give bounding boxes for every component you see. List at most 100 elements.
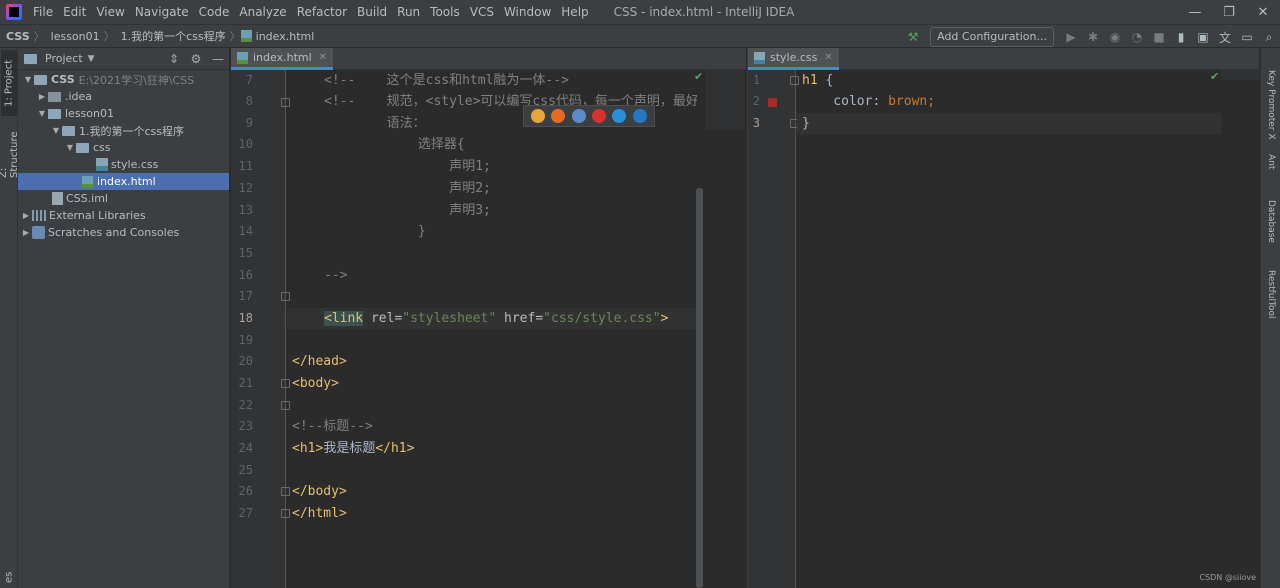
search-everywhere-icon[interactable]: ⌕	[1258, 26, 1280, 48]
menu-window[interactable]: Window	[499, 0, 556, 24]
database-tool-tab[interactable]: Database	[1263, 200, 1279, 252]
structure-tool-tab-label: Z: Structure	[0, 131, 20, 178]
scratches-icon	[32, 226, 45, 239]
tree-item-lesson-folder[interactable]: ▼ 1.我的第一个css程序	[18, 122, 229, 139]
project-tool-tab[interactable]: 1: Project	[1, 50, 17, 116]
tree-item-label: CSS	[51, 73, 75, 86]
tree-item-idea[interactable]: ▶ .idea	[18, 88, 229, 105]
project-tool-tab-label: 1: Project	[3, 59, 15, 107]
line-number: 10	[238, 137, 253, 151]
folder-icon	[48, 91, 61, 102]
css-editor-gutter: 1 2 3	[748, 70, 799, 588]
breadcrumb-lesson01[interactable]: lesson01	[45, 30, 104, 43]
close-tab-icon[interactable]: ✕	[824, 52, 832, 63]
tab-index-html[interactable]: index.html ✕	[231, 48, 334, 70]
key-promoter-tool-tab[interactable]: Key Promoter X	[1263, 70, 1279, 142]
tab-style-css[interactable]: style.css ✕	[748, 48, 839, 70]
menu-vcs[interactable]: VCS	[465, 0, 499, 24]
collapse-all-icon[interactable]: ⇕	[163, 52, 185, 66]
vertical-scrollbar[interactable]	[696, 188, 703, 588]
minimap-preview[interactable]	[1221, 70, 1261, 80]
chrome-icon[interactable]	[531, 109, 546, 123]
css-code-area[interactable]: h1 { color: brown; }	[797, 70, 1221, 588]
code-line: }	[802, 116, 810, 131]
line-number: 25	[238, 463, 253, 477]
menu-edit[interactable]: Edit	[58, 0, 91, 24]
run-icon[interactable]: ▶	[1060, 26, 1082, 48]
minimap-preview[interactable]	[705, 70, 745, 130]
project-structure-icon[interactable]: ▣	[1192, 26, 1214, 48]
coverage-icon[interactable]: ◉	[1104, 26, 1126, 48]
menu-view[interactable]: View	[91, 0, 129, 24]
safari-icon[interactable]	[571, 109, 586, 123]
menu-refactor[interactable]: Refactor	[292, 0, 352, 24]
tree-item-css-iml[interactable]: CSS.iml	[18, 190, 229, 207]
edge-icon[interactable]	[632, 109, 647, 123]
open-in-browser-popup	[523, 105, 655, 127]
structure-tool-tab[interactable]: Z: Structure	[0, 122, 20, 178]
inspection-ok-icon[interactable]: ✔	[694, 70, 703, 83]
menu-file[interactable]: File	[28, 0, 58, 24]
project-panel-title[interactable]: Project	[45, 52, 83, 65]
color-swatch-icon[interactable]	[768, 98, 777, 107]
restore-icon[interactable]: ❐	[1212, 0, 1246, 24]
tree-item-scratches[interactable]: ▶ Scratches and Consoles	[18, 224, 229, 241]
ant-tool-tab[interactable]: Ant	[1263, 154, 1279, 184]
opera-icon[interactable]	[592, 109, 607, 123]
debug-icon[interactable]: ✱	[1082, 26, 1104, 48]
menu-tools[interactable]: Tools	[425, 0, 465, 24]
inspection-ok-icon[interactable]: ✔	[1210, 70, 1219, 83]
code-token: rel=	[363, 311, 403, 326]
tree-item-css-root[interactable]: ▼ CSS E:\2021学习\狂神\CSS	[18, 71, 229, 88]
breadcrumb-project[interactable]: CSS	[0, 30, 34, 43]
translate-icon[interactable]: 文	[1214, 26, 1236, 48]
build-hammer-icon[interactable]: ⚒	[902, 26, 924, 48]
chevron-right-icon: 〉	[103, 30, 115, 43]
expanded-arrow-icon: ▼	[66, 143, 74, 152]
close-icon[interactable]: ✕	[1246, 0, 1280, 24]
add-configuration-button[interactable]: Add Configuration...	[930, 27, 1054, 47]
code-token: "stylesheet"	[402, 311, 497, 326]
favorites-tool-tab[interactable]: es	[1, 568, 17, 586]
iml-file-icon	[52, 192, 63, 205]
html-code-area[interactable]: <!-- 这个是css和html融为一体--> <!-- 规范，<style>可…	[287, 70, 697, 588]
line-number: 1	[752, 73, 760, 87]
firefox-icon[interactable]	[551, 109, 566, 123]
close-tab-icon[interactable]: ✕	[319, 52, 327, 63]
breadcrumb-file[interactable]: index.html	[256, 30, 319, 43]
tree-item-external-libraries[interactable]: ▶ External Libraries	[18, 207, 229, 224]
breadcrumb-folder[interactable]: 1.我的第一个css程序	[115, 28, 230, 44]
folder-icon	[76, 142, 89, 153]
code-token: head	[307, 354, 339, 369]
left-tool-stripe: 1: Project Z: Structure es	[0, 48, 20, 588]
code-line: </body>	[292, 481, 347, 502]
line-number: 13	[238, 203, 253, 217]
restful-tool-tab[interactable]: RestfulTool	[1263, 270, 1279, 332]
tree-item-index-html[interactable]: index.html	[18, 173, 229, 190]
tree-item-style-css[interactable]: style.css	[18, 156, 229, 173]
menu-run[interactable]: Run	[392, 0, 425, 24]
build-project-icon[interactable]: ▮	[1170, 26, 1192, 48]
gear-icon[interactable]: ⚙	[185, 52, 207, 66]
menu-navigate[interactable]: Navigate	[130, 0, 194, 24]
dropdown-arrow-icon[interactable]: ▼	[88, 54, 95, 64]
tree-item-label: .idea	[65, 90, 93, 103]
presentation-icon[interactable]: ▭	[1236, 26, 1258, 48]
menu-build[interactable]: Build	[352, 0, 392, 24]
line-number: 21	[238, 376, 253, 390]
internet-explorer-icon[interactable]	[612, 109, 627, 123]
hide-icon[interactable]: —	[207, 52, 229, 66]
tree-item-lesson01[interactable]: ▼ lesson01	[18, 105, 229, 122]
html-editor-gutter: 7 8 9 10 11 12 13 14 15 16 17 18 19 20 2…	[231, 70, 290, 588]
menu-analyze[interactable]: Analyze	[234, 0, 291, 24]
line-number: 26	[238, 484, 253, 498]
menu-help[interactable]: Help	[556, 0, 593, 24]
profile-icon[interactable]: ◔	[1126, 26, 1148, 48]
code-token: ;	[927, 94, 936, 109]
css-editor-tabbar: style.css ✕	[748, 48, 1259, 70]
menu-code[interactable]: Code	[194, 0, 235, 24]
minimize-icon[interactable]: —	[1178, 0, 1212, 24]
stop-icon[interactable]: ■	[1148, 26, 1170, 48]
tree-item-css-folder[interactable]: ▼ css	[18, 139, 229, 156]
tree-item-label: CSS.iml	[66, 192, 108, 205]
